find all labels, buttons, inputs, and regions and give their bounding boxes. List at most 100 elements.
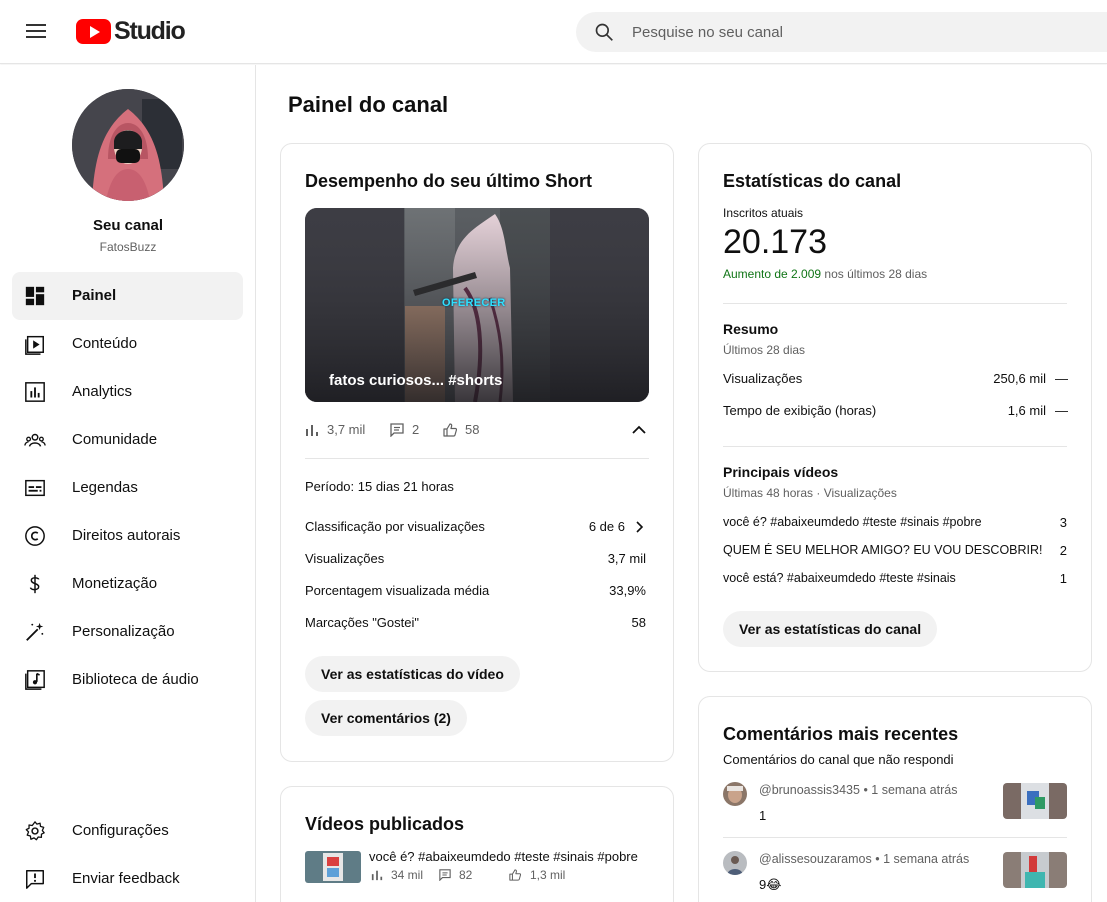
sidebar-item-label: Enviar feedback	[72, 870, 180, 887]
sidebar-item-enviar-feedback[interactable]: Enviar feedback	[12, 855, 243, 902]
view-channel-stats-button[interactable]: Ver as estatísticas do canal	[723, 611, 938, 647]
menu-icon[interactable]	[26, 22, 48, 40]
comment-author[interactable]: @brunoassis3435	[759, 783, 860, 797]
sidebar: Seu canal FatosBuzz Painel Conteúdo Anal…	[0, 65, 256, 902]
sidebar-item-biblioteca-audio[interactable]: Biblioteca de áudio	[12, 656, 243, 704]
sidebar-item-comunidade[interactable]: Comunidade	[12, 416, 243, 464]
published-videos-card: Vídeos publicados você é? #abaixeumdedo …	[280, 786, 674, 902]
row-value: 6 de 6	[588, 519, 625, 534]
top-videos-title: Principais vídeos	[723, 464, 839, 480]
row-value: 3,7 mil	[607, 551, 646, 566]
sidebar-item-label: Personalização	[72, 623, 175, 640]
dashboard-icon	[25, 286, 45, 306]
copyright-icon	[25, 526, 45, 546]
audio-library-icon	[25, 670, 45, 690]
sidebar-item-conteudo[interactable]: Conteúdo	[12, 320, 243, 368]
short-views-value: 3,7 mil	[327, 422, 366, 437]
sidebar-item-label: Legendas	[72, 479, 138, 496]
youtube-play-icon	[76, 18, 111, 44]
channel-stats-card: Estatísticas do canal Inscritos atuais 2…	[698, 143, 1092, 672]
thumbs-up-icon	[509, 869, 522, 881]
sidebar-item-painel[interactable]: Painel	[12, 272, 243, 320]
top-video-title[interactable]: você é? #abaixeumdedo #teste #sinais #po…	[723, 515, 1043, 529]
top-video-title[interactable]: você está? #abaixeumdedo #teste #sinais	[723, 571, 1043, 585]
comment-meta: @alissesouzaramos • 1 semana atrás	[759, 852, 969, 866]
page-title: Painel do canal	[288, 92, 449, 117]
published-video-thumbnail[interactable]	[305, 851, 361, 883]
summary-row-value: 250,6 mil	[993, 371, 1046, 386]
search-input[interactable]	[632, 12, 1107, 52]
short-likes-stat: 58	[443, 422, 479, 437]
stats-card-title: Estatísticas do canal	[723, 171, 902, 191]
studio-logo[interactable]: Studio	[76, 17, 186, 45]
view-video-stats-button[interactable]: Ver as estatísticas do vídeo	[305, 656, 520, 692]
sidebar-item-label: Painel	[72, 287, 117, 304]
comment-video-thumbnail[interactable]	[1003, 783, 1067, 819]
summary-row-value: 1,6 mil	[1007, 403, 1046, 418]
published-comments-value: 82	[459, 868, 473, 882]
comment-time: • 1 semana atrás	[875, 852, 970, 866]
subscribers-label: Inscritos atuais	[723, 206, 804, 220]
sidebar-item-analytics[interactable]: Analytics	[12, 368, 243, 416]
comment-author[interactable]: @alissesouzaramos	[759, 852, 872, 866]
comment-icon	[390, 422, 404, 437]
sidebar-item-configuracoes[interactable]: Configurações	[12, 807, 243, 855]
comment-meta: @brunoassis3435 • 1 semana atrás	[759, 783, 957, 797]
top-video-views: 3	[1059, 515, 1067, 530]
divider	[305, 458, 649, 459]
short-thumbnail[interactable]: OFERECER fatos curiosos... #shorts	[305, 208, 649, 402]
recent-comments-card: Comentários mais recentes Comentários do…	[698, 696, 1092, 902]
sidebar-item-direitos-autorais[interactable]: Direitos autorais	[12, 512, 243, 560]
search-bar[interactable]	[576, 12, 1107, 52]
sidebar-item-personalizacao[interactable]: Personalização	[12, 608, 243, 656]
main-content: Painel do canal Desempenho do seu último…	[256, 65, 1107, 902]
summary-subtitle: Últimos 28 dias	[723, 343, 806, 357]
top-video-title[interactable]: QUEM É SEU MELHOR AMIGO? EU VOU DESCOBRI…	[723, 543, 1043, 557]
views-icon	[306, 424, 318, 436]
channel-avatar[interactable]	[72, 89, 184, 201]
published-video-title: você é? #abaixeumdedo #teste #sinais #po…	[369, 849, 638, 864]
row-label: Visualizações	[305, 551, 385, 566]
comment-text: 9😂	[759, 877, 782, 892]
commenter-avatar[interactable]	[723, 782, 747, 806]
published-views-value: 34 mil	[391, 868, 424, 882]
search-icon[interactable]	[594, 22, 614, 42]
chevron-up-icon[interactable]	[631, 423, 647, 435]
chevron-right-icon[interactable]	[634, 520, 644, 534]
row-value: 33,9%	[609, 583, 646, 598]
short-comments-stat: 2	[390, 422, 419, 437]
comment-video-thumbnail[interactable]	[1003, 852, 1067, 888]
short-thumbnail-title: fatos curiosos... #shorts	[329, 372, 503, 389]
commenter-avatar[interactable]	[723, 851, 747, 875]
divider	[723, 837, 1067, 838]
row-label: Porcentagem visualizada média	[305, 583, 490, 598]
growth-period: nos últimos 28 dias	[824, 267, 928, 281]
views-icon	[371, 870, 383, 881]
monetization-icon	[29, 574, 40, 594]
comments-card-subtitle: Comentários do canal que não respondi	[723, 752, 954, 767]
divider	[723, 303, 1067, 304]
comments-card-title: Comentários mais recentes	[723, 724, 959, 744]
feedback-icon	[26, 870, 44, 889]
published-likes-stat: 1,3 mil	[508, 868, 565, 882]
summary-row-trend: —	[1055, 371, 1068, 386]
growth-highlight: Aumento de 2.009	[723, 267, 822, 281]
thumbs-up-icon	[443, 422, 457, 437]
community-icon	[24, 433, 46, 447]
sidebar-item-legendas[interactable]: Legendas	[12, 464, 243, 512]
top-videos-subtitle: Últimas 48 horas · Visualizações	[723, 486, 897, 500]
view-comments-button[interactable]: Ver comentários (2)	[305, 700, 467, 736]
sidebar-item-monetizacao[interactable]: Monetização	[12, 560, 243, 608]
sidebar-item-label: Comunidade	[72, 431, 158, 448]
summary-row-label: Visualizações	[723, 371, 803, 386]
summary-row-label: Tempo de exibição (horas)	[723, 403, 877, 418]
sidebar-item-label: Direitos autorais	[72, 527, 181, 544]
short-performance-card: Desempenho do seu último Short OFERECER …	[280, 143, 674, 762]
row-label: Classificação por visualizações	[305, 519, 485, 534]
channel-handle: FatosBuzz	[99, 240, 157, 254]
customization-icon	[26, 622, 44, 641]
sidebar-item-label: Configurações	[72, 822, 169, 839]
channel-title: Seu canal	[92, 217, 164, 234]
subscribers-growth: Aumento de 2.009 nos últimos 28 dias	[723, 267, 927, 281]
top-header: Studio	[0, 0, 1107, 64]
